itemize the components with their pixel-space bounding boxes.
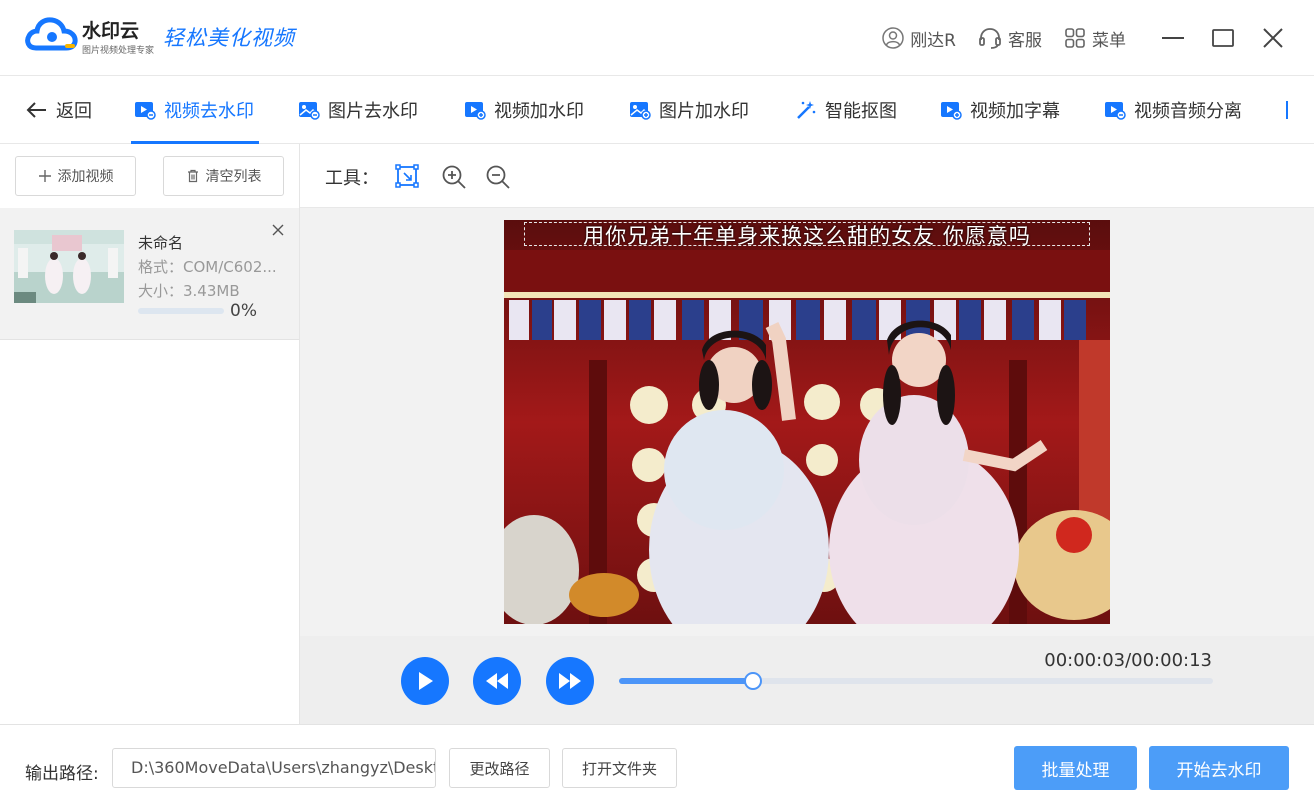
fast-forward-icon [559, 673, 581, 689]
select-area-icon[interactable] [395, 164, 419, 188]
tab-label: 视频加水印 [494, 101, 584, 122]
back-label: 返回 [56, 101, 92, 122]
minimize-button[interactable] [1148, 0, 1198, 76]
file-progress-percent: 0% [230, 301, 257, 321]
user-icon [882, 27, 904, 49]
video-icon [1105, 102, 1126, 120]
start-remove-watermark-button[interactable]: 开始去水印 [1149, 746, 1289, 790]
rewind-icon [486, 673, 508, 689]
zoom-in-icon[interactable] [441, 164, 467, 190]
open-folder-button[interactable]: 打开文件夹 [562, 748, 677, 788]
image-icon [630, 102, 651, 120]
brand-subtitle: 图片视频处理专家 [82, 46, 155, 56]
grid-menu-icon [1065, 28, 1085, 48]
tab-video-remove-watermark[interactable]: 视频去水印 [134, 76, 254, 144]
video-icon [135, 102, 156, 120]
maximize-icon [1212, 29, 1234, 47]
add-video-label: 添加视频 [57, 169, 114, 185]
preview-area: 用你兄弟十年单身来换这么甜的女友 你愿意吗 [300, 208, 1314, 636]
tab-label: 图片加水印 [659, 101, 749, 122]
remove-file-close-icon[interactable] [270, 222, 286, 238]
output-bar: 输出路径: D:\360MoveData\Users\zhangyz\Deskt… [0, 724, 1314, 810]
output-path-field[interactable]: D:\360MoveData\Users\zhangyz\Desktop [112, 748, 436, 788]
minimize-icon [1162, 37, 1184, 39]
menu-button[interactable]: 菜单 [1064, 26, 1126, 51]
customer-service-label: 客服 [1008, 30, 1042, 51]
tab-label: 图片去水印 [328, 101, 418, 122]
tab-video-add-subtitle[interactable]: 视频加字幕 [940, 76, 1060, 144]
clear-list-button[interactable]: 清空列表 [163, 156, 284, 196]
tab-video-audio-separate[interactable]: 视频音频分离 [1104, 76, 1242, 144]
clear-list-label: 清空列表 [205, 169, 262, 185]
add-video-button[interactable]: 添加视频 [15, 156, 136, 196]
fast-forward-button[interactable] [546, 657, 594, 705]
output-path-label: 输出路径: [25, 764, 99, 784]
arrow-left-icon [26, 102, 46, 118]
back-button[interactable]: 返回 [26, 76, 92, 144]
file-name: 未命名 [138, 234, 184, 252]
tab-label: 视频去水印 [164, 101, 254, 122]
tool-label: 工具： [325, 168, 379, 189]
image-icon [299, 102, 320, 120]
file-format: 格式：COM/C602... [138, 258, 277, 276]
seek-bar-progress [619, 678, 753, 684]
watermark-selection-box[interactable] [524, 222, 1090, 246]
tab-image-remove-watermark[interactable]: 图片去水印 [298, 76, 418, 144]
video-icon [465, 102, 486, 120]
brand-name: 水印云 [82, 20, 140, 42]
video-icon [941, 102, 962, 120]
trash-icon [187, 169, 198, 183]
close-icon [1263, 28, 1283, 48]
tool-nav: 返回 视频去水印 图片去水印 视频加水印 图片加水印 智能抠图 视频加字幕 视频… [0, 76, 1314, 144]
headset-icon [979, 28, 1001, 49]
tab-image-add-watermark[interactable]: 图片加水印 [629, 76, 749, 144]
menu-label: 菜单 [1092, 30, 1126, 51]
play-button[interactable] [401, 657, 449, 705]
seek-bar[interactable] [619, 672, 1213, 690]
tab-label: 视频音频分离 [1134, 101, 1242, 122]
title-bar: 水印云 图片视频处理专家 轻松美化视频 刚达R 客服 菜单 [0, 0, 1314, 76]
more-tabs-indicator [1286, 101, 1288, 119]
rewind-button[interactable] [473, 657, 521, 705]
slogan: 轻松美化视频 [163, 26, 295, 50]
plus-icon [38, 170, 51, 182]
customer-service-button[interactable]: 客服 [978, 26, 1042, 51]
video-frame[interactable]: 用你兄弟十年单身来换这么甜的女友 你愿意吗 [504, 220, 1110, 624]
tab-label: 视频加字幕 [970, 101, 1060, 122]
close-window-button[interactable] [1248, 0, 1298, 76]
tab-smart-cutout[interactable]: 智能抠图 [795, 76, 897, 144]
player-controls: 00:00:03/00:00:13 [300, 636, 1314, 724]
zoom-out-icon[interactable] [485, 164, 511, 190]
user-account[interactable]: 刚达R [882, 26, 956, 51]
tab-label: 智能抠图 [825, 101, 897, 122]
file-size: 大小：3.43MB [138, 282, 240, 300]
change-path-button[interactable]: 更改路径 [449, 748, 550, 788]
seek-handle[interactable] [743, 672, 762, 690]
cloud-logo-icon [25, 17, 78, 51]
tab-video-add-watermark[interactable]: 视频加水印 [464, 76, 584, 144]
video-thumbnail [14, 230, 124, 303]
user-name: 刚达R [910, 30, 956, 51]
magic-wand-icon [797, 101, 816, 119]
playback-time: 00:00:03/00:00:13 [1044, 650, 1212, 671]
file-progress-bar [138, 308, 224, 314]
batch-process-button[interactable]: 批量处理 [1014, 746, 1137, 790]
play-icon [419, 672, 433, 690]
maximize-button[interactable] [1198, 0, 1248, 76]
file-list-item[interactable]: 未命名 格式：COM/C602... 大小：3.43MB 0% [0, 208, 299, 340]
file-list-panel: 添加视频 清空列表 未命名 格式：COM/C602... 大小：3.43MB 0… [0, 144, 300, 724]
video-scene [504, 220, 1110, 624]
tool-bar: 工具： [300, 144, 1314, 208]
